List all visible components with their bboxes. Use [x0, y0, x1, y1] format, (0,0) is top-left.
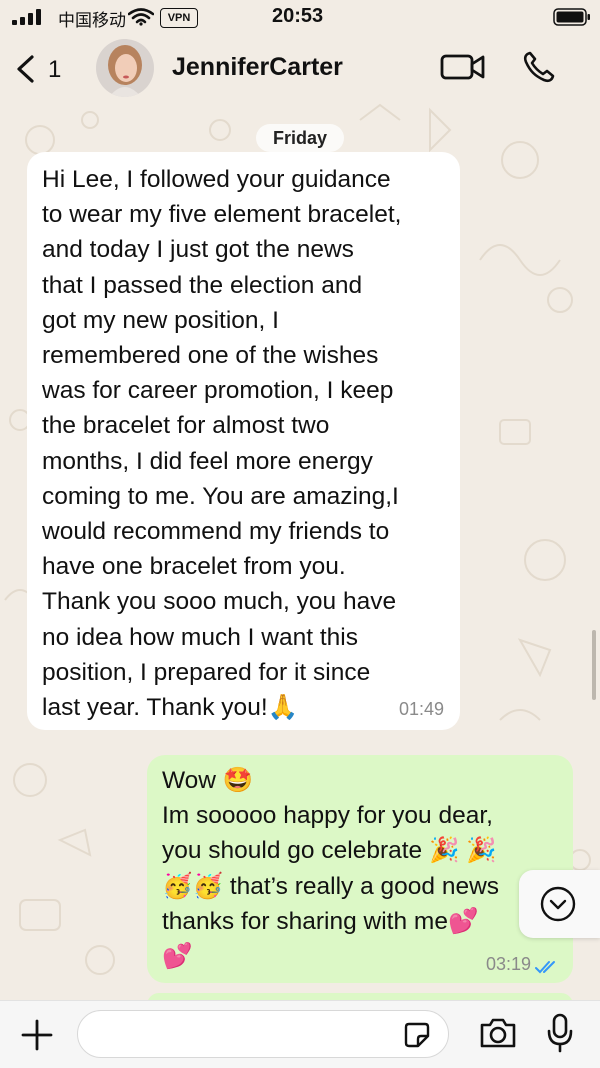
video-call-icon[interactable]	[440, 52, 486, 82]
scroll-indicator[interactable]	[592, 630, 596, 700]
avatar-photo	[96, 39, 154, 97]
message-composer	[0, 1000, 600, 1068]
incoming-message-bubble[interactable]: Hi Lee, I followed your guidance to wear…	[27, 152, 460, 730]
carrier-name: 中国移动	[58, 11, 126, 30]
signal-icon	[12, 9, 41, 25]
read-receipt-icon	[535, 961, 555, 974]
outgoing-message-bubble[interactable]: Wow 🤩 Im sooooo happy for you dear, you …	[147, 755, 573, 983]
message-text: Wow 🤩 Im sooooo happy for you dear, you …	[162, 767, 500, 971]
scroll-to-bottom-button[interactable]	[519, 870, 600, 938]
status-bar: 中国移动 VPN 20:53	[0, 0, 600, 34]
sticker-icon[interactable]	[403, 1021, 431, 1049]
vpn-badge: VPN	[160, 8, 198, 28]
message-input-text[interactable]	[94, 1019, 398, 1049]
camera-icon[interactable]	[478, 1016, 518, 1050]
chevron-down-icon	[540, 886, 576, 922]
phone-call-icon[interactable]	[522, 50, 556, 84]
message-text: Hi Lee, I followed your guidance to wear…	[42, 166, 402, 722]
status-time: 20:53	[272, 5, 324, 27]
day-separator: Friday	[256, 124, 344, 152]
wifi-icon	[128, 8, 154, 26]
message-input[interactable]	[77, 1010, 449, 1058]
back-unread-count[interactable]: 1	[48, 56, 61, 84]
avatar[interactable]	[96, 39, 154, 97]
plus-icon[interactable]	[20, 1018, 54, 1052]
message-time: 03:19	[485, 954, 531, 974]
message-time: 01:49	[398, 699, 444, 719]
chat-header: 1 JenniferCarter	[0, 34, 600, 100]
contact-name[interactable]: JenniferCarter	[172, 53, 343, 82]
battery-icon	[553, 8, 590, 26]
microphone-icon[interactable]	[547, 1013, 573, 1053]
back-chevron-icon[interactable]	[14, 54, 36, 84]
